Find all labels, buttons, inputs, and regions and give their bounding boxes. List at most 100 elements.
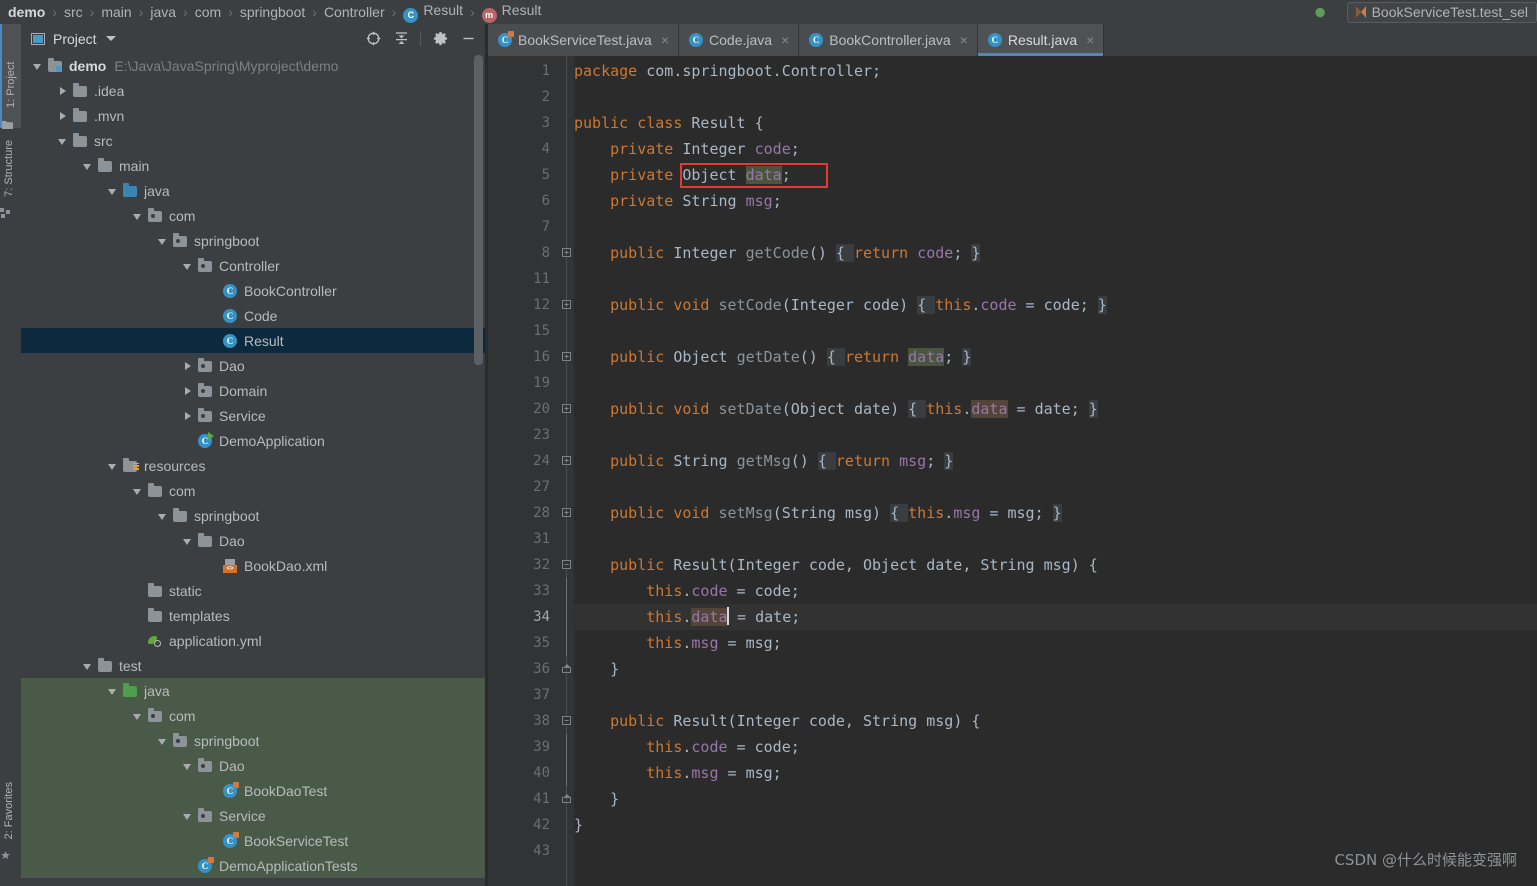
tree-item-code[interactable]: C Code bbox=[21, 303, 485, 328]
chevron-down-icon[interactable] bbox=[181, 759, 195, 773]
code-line[interactable]: public Result(Integer code, String msg) … bbox=[574, 708, 1537, 734]
tree-item--mvn[interactable]: .mvn bbox=[21, 103, 485, 128]
fold-expand-icon[interactable]: + bbox=[562, 248, 571, 257]
tree-item-resources[interactable]: resources bbox=[21, 453, 485, 478]
breadcrumb-item-src[interactable]: src bbox=[64, 4, 83, 20]
tree-item-result[interactable]: C Result bbox=[21, 328, 485, 353]
project-tree[interactable]: demo E:\Java\JavaSpring\Myproject\demo .id… bbox=[21, 53, 485, 886]
chevron-down-icon[interactable] bbox=[181, 259, 195, 273]
close-icon[interactable]: × bbox=[960, 33, 968, 47]
chevron-down-icon[interactable] bbox=[131, 484, 145, 498]
project-tree-scrollbar[interactable] bbox=[474, 55, 483, 365]
tree-item-domain[interactable]: Domain bbox=[21, 378, 485, 403]
breadcrumb-item-main[interactable]: main bbox=[101, 4, 131, 20]
chevron-down-icon[interactable] bbox=[106, 184, 120, 198]
tree-item-src[interactable]: src bbox=[21, 128, 485, 153]
code-line[interactable] bbox=[574, 526, 1537, 552]
tree-item-springboot[interactable]: springboot bbox=[21, 503, 485, 528]
editor-tab-bookcontroller-java[interactable]: C BookController.java × bbox=[799, 24, 978, 56]
code-line[interactable]: private Integer code; bbox=[574, 136, 1537, 162]
code-line[interactable] bbox=[574, 474, 1537, 500]
close-icon[interactable]: × bbox=[1086, 33, 1094, 47]
code-line[interactable] bbox=[574, 370, 1537, 396]
code-line[interactable]: public void setMsg(String msg) { this.ms… bbox=[574, 500, 1537, 526]
tree-item-com[interactable]: com bbox=[21, 478, 485, 503]
code-line[interactable] bbox=[574, 266, 1537, 292]
tree-item-demo[interactable]: demo E:\Java\JavaSpring\Myproject\demo bbox=[21, 53, 485, 78]
code-line[interactable]: public class Result { bbox=[574, 110, 1537, 136]
fold-expand-icon[interactable]: + bbox=[562, 404, 571, 413]
fold-region-end-icon[interactable] bbox=[562, 664, 571, 673]
editor-gutter[interactable]: 1 2 3 4 5 6 7 8 11 12 15 16 19 20 23 24 27 28 31 32 33 34 35 36… bbox=[488, 56, 560, 886]
code-line[interactable] bbox=[574, 318, 1537, 344]
editor-tab-bookservicetest-java[interactable]: C BookServiceTest.java × bbox=[488, 24, 680, 56]
editor-tab-result-java[interactable]: C Result.java × bbox=[977, 24, 1105, 56]
code-line[interactable] bbox=[574, 214, 1537, 240]
chevron-right-icon[interactable] bbox=[181, 409, 195, 423]
fold-expand-icon[interactable]: + bbox=[562, 508, 571, 517]
tree-item-bookcontroller[interactable]: C BookController bbox=[21, 278, 485, 303]
breadcrumb-item-springboot[interactable]: springboot bbox=[240, 4, 305, 20]
chevron-down-icon[interactable] bbox=[81, 159, 95, 173]
breadcrumb-item-com[interactable]: com bbox=[195, 4, 221, 20]
chevron-down-icon[interactable] bbox=[156, 509, 170, 523]
chevron-down-icon[interactable] bbox=[181, 534, 195, 548]
code-line[interactable] bbox=[574, 422, 1537, 448]
hide-panel-icon[interactable] bbox=[455, 27, 481, 51]
collapse-all-icon[interactable] bbox=[388, 27, 414, 51]
tree-item-bookdao-xml[interactable]: <> BookDao.xml bbox=[21, 553, 485, 578]
breadcrumb-item-demo[interactable]: demo bbox=[8, 4, 45, 20]
tree-item-com[interactable]: com bbox=[21, 703, 485, 728]
code-line[interactable]: private String msg; bbox=[574, 188, 1537, 214]
tree-item-springboot[interactable]: springboot bbox=[21, 228, 485, 253]
tree-item-demoapplication[interactable]: C DemoApplication bbox=[21, 428, 485, 453]
fold-expand-icon[interactable]: + bbox=[562, 352, 571, 361]
code-line[interactable]: this.msg = msg; bbox=[574, 760, 1537, 786]
code-line[interactable]: public void setCode(Integer code) { this… bbox=[574, 292, 1537, 318]
chevron-right-icon[interactable] bbox=[56, 84, 70, 98]
chevron-right-icon[interactable] bbox=[181, 384, 195, 398]
tree-item-dao[interactable]: Dao bbox=[21, 353, 485, 378]
fold-collapse-icon[interactable]: − bbox=[562, 560, 571, 569]
code-editor[interactable]: 1 2 3 4 5 6 7 8 11 12 15 16 19 20 23 24 27 28 31 32 33 34 35 36… bbox=[488, 56, 1537, 886]
code-line[interactable] bbox=[574, 84, 1537, 110]
chevron-right-icon[interactable] bbox=[56, 109, 70, 123]
tree-item-main[interactable]: main bbox=[21, 153, 485, 178]
code-content[interactable]: package com.springboot.Controller; public… bbox=[574, 56, 1537, 886]
run-configuration-selector[interactable]: BookServiceTest.test_sel bbox=[1346, 1, 1537, 23]
code-line[interactable] bbox=[574, 682, 1537, 708]
code-line[interactable]: public Object getDate() { return data; } bbox=[574, 344, 1537, 370]
breadcrumb-item-result[interactable]: m Result bbox=[481, 2, 541, 23]
tree-item-demoapplicationtests[interactable]: C DemoApplicationTests bbox=[21, 853, 485, 878]
code-line[interactable]: this.code = code; bbox=[574, 578, 1537, 604]
tree-item-com[interactable]: com bbox=[21, 203, 485, 228]
code-line[interactable]: public Result(Integer code, Object date,… bbox=[574, 552, 1537, 578]
chevron-down-icon[interactable] bbox=[106, 684, 120, 698]
tree-item-dao[interactable]: Dao bbox=[21, 528, 485, 553]
chevron-down-icon[interactable] bbox=[156, 734, 170, 748]
code-line[interactable]: } bbox=[574, 812, 1537, 838]
chevron-down-icon[interactable] bbox=[106, 459, 120, 473]
code-line[interactable]: this.code = code; bbox=[574, 734, 1537, 760]
chevron-down-icon[interactable] bbox=[131, 209, 145, 223]
chevron-down-icon[interactable] bbox=[105, 36, 116, 41]
tree-item-templates[interactable]: templates bbox=[21, 603, 485, 628]
breadcrumb-item-result[interactable]: C Result bbox=[403, 2, 463, 23]
tree-item-service[interactable]: Service bbox=[21, 803, 485, 828]
fold-region-end-icon[interactable] bbox=[562, 794, 571, 803]
tree-item-service[interactable]: Service bbox=[21, 403, 485, 428]
tree-item-bookdaotest[interactable]: C BookDaoTest bbox=[21, 778, 485, 803]
tree-item-java[interactable]: java bbox=[21, 178, 485, 203]
chevron-right-icon[interactable] bbox=[181, 359, 195, 373]
chevron-down-icon[interactable] bbox=[156, 234, 170, 248]
select-opened-file-icon[interactable] bbox=[360, 27, 386, 51]
tree-item-test[interactable]: test bbox=[21, 653, 485, 678]
chevron-down-icon[interactable] bbox=[56, 134, 70, 148]
sidebar-item-structure[interactable]: 7: Structure bbox=[0, 134, 21, 238]
settings-gear-icon[interactable] bbox=[427, 27, 453, 51]
close-icon[interactable]: × bbox=[781, 33, 789, 47]
code-line[interactable]: } bbox=[574, 786, 1537, 812]
code-line[interactable]: } bbox=[574, 656, 1537, 682]
code-line[interactable]: this.data = date; bbox=[574, 604, 1537, 630]
code-line[interactable]: public void setDate(Object date) { this.… bbox=[574, 396, 1537, 422]
